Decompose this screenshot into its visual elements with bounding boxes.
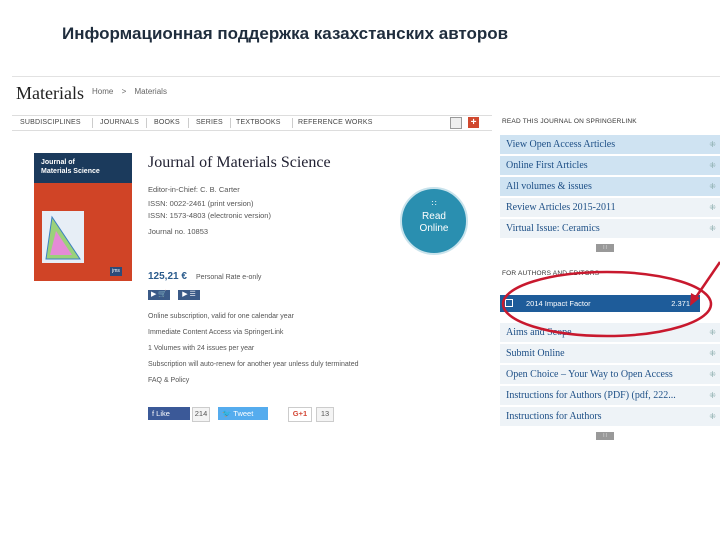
- move-icon: ⁜: [709, 203, 716, 212]
- read-online-dots-icon: ∷: [431, 199, 437, 208]
- info-button[interactable]: ▶ ☰: [178, 290, 200, 300]
- nav-reference-works[interactable]: REFERENCE WORKS: [298, 119, 373, 126]
- link-label: Online First Articles: [506, 160, 588, 171]
- price: 125,21 €: [148, 271, 187, 282]
- square-icon[interactable]: [450, 117, 462, 129]
- bullet-item: Online subscription, valid for one calen…: [148, 313, 294, 320]
- journal-number: Journal no. 10853: [148, 227, 209, 236]
- link-label: Virtual Issue: Ceramics: [506, 223, 600, 234]
- add-to-cart-button[interactable]: ▶ 🛒: [148, 290, 170, 300]
- bullet-item: 1 Volumes with 24 issues per year: [148, 345, 255, 352]
- tweet-button[interactable]: 🐦 Tweet: [218, 407, 268, 420]
- facebook-like-button[interactable]: f Like: [148, 407, 190, 420]
- link-label: View Open Access Articles: [506, 139, 616, 150]
- journal-title: Journal of Materials Science: [148, 154, 331, 171]
- link-label: Submit Online: [506, 348, 565, 359]
- virtual-issue-ceramics-link[interactable]: Virtual Issue: Ceramics ⁜: [500, 219, 720, 238]
- chart-icon: [505, 299, 513, 307]
- read-online-label: Read Online: [402, 211, 466, 235]
- read-online-line1: Read: [422, 211, 446, 222]
- price-note[interactable]: Personal Rate e-only: [196, 274, 261, 281]
- issn-print: ISSN: 0022-2461 (print version): [148, 199, 254, 208]
- read-online-line2: Online: [419, 223, 449, 234]
- breadcrumb-home[interactable]: Home: [92, 87, 113, 96]
- google-plus-button[interactable]: G+1: [288, 407, 312, 422]
- for-authors-editors-heading: FOR AUTHORS AND EDITORS: [502, 270, 600, 277]
- move-icon: ⁜: [709, 370, 716, 379]
- impact-factor-value: 2.371: [671, 299, 690, 308]
- journal-editor: Editor-in-Chief: C. B. Carter: [148, 185, 240, 194]
- brand-logo[interactable]: Materials: [16, 83, 84, 104]
- issn-electronic: ISSN: 1573-4803 (electronic version): [148, 211, 271, 220]
- move-icon: ⁜: [709, 349, 716, 358]
- move-icon: ⁜: [709, 140, 716, 149]
- cover-title: Journal of Materials Science: [41, 159, 101, 176]
- link-label: Open Choice – Your Way to Open Access: [506, 369, 673, 380]
- move-icon: ⁜: [709, 224, 716, 233]
- breadcrumb-separator: >: [121, 87, 127, 96]
- nav-divider: [230, 118, 231, 128]
- plus-icon[interactable]: +: [468, 117, 479, 128]
- nav-journals[interactable]: JOURNALS: [100, 119, 139, 126]
- slide-title: Информационная поддержка казахстанских а…: [62, 24, 509, 43]
- nav-divider: [292, 118, 293, 128]
- move-icon: ⁜: [709, 328, 716, 337]
- instructions-pdf-link[interactable]: Instructions for Authors (PDF) (pdf, 222…: [500, 386, 720, 405]
- impact-factor-bar[interactable]: 2014 Impact Factor 2.371: [500, 295, 700, 312]
- view-open-access-articles-link[interactable]: View Open Access Articles ⁜: [500, 135, 720, 154]
- move-icon: ⁜: [709, 391, 716, 400]
- bullet-item: Subscription will auto-renew for another…: [148, 361, 359, 368]
- link-label: Aims and Scope: [506, 327, 572, 338]
- submit-online-link[interactable]: Submit Online ⁜: [500, 344, 720, 363]
- link-label: Instructions for Authors (PDF) (pdf, 222…: [506, 390, 676, 401]
- all-volumes-issues-link[interactable]: All volumes & issues ⁜: [500, 177, 720, 196]
- nav-books[interactable]: BOOKS: [154, 119, 180, 126]
- journal-cover[interactable]: Journal of Materials Science jms: [34, 153, 132, 281]
- move-icon: ⁜: [709, 412, 716, 421]
- screenshot-panel: Materials Home > Materials SUBDISCIPLINE…: [12, 76, 720, 449]
- nav-bar: SUBDISCIPLINES JOURNALS BOOKS SERIES TEX…: [12, 115, 492, 131]
- breadcrumb: Home > Materials: [92, 87, 173, 96]
- link-label: Instructions for Authors: [506, 411, 602, 422]
- nav-subdisciplines[interactable]: SUBDISCIPLINES: [20, 119, 81, 126]
- cover-triangle-graphic: [45, 215, 81, 260]
- bullet-item: Immediate Content Access via SpringerLin…: [148, 329, 284, 336]
- cover-title-line2: Materials Science: [41, 167, 100, 175]
- instructions-for-authors-link[interactable]: Instructions for Authors ⁜: [500, 407, 720, 426]
- expand-toggle[interactable]: ∷: [596, 432, 614, 440]
- expand-toggle[interactable]: ∷: [596, 244, 614, 252]
- read-online-button[interactable]: ∷ Read Online: [400, 187, 468, 255]
- breadcrumb-materials[interactable]: Materials: [134, 87, 166, 96]
- move-icon: ⁜: [709, 161, 716, 170]
- nav-divider: [92, 118, 93, 128]
- nav-series[interactable]: SERIES: [196, 119, 223, 126]
- faq-policy-link[interactable]: FAQ & Policy: [148, 377, 189, 384]
- nav-textbooks[interactable]: TEXTBOOKS: [236, 119, 281, 126]
- read-on-springerlink-heading: READ THIS JOURNAL ON SPRINGERLINK: [502, 118, 637, 125]
- right-sidebar: READ THIS JOURNAL ON SPRINGERLINK View O…: [496, 77, 720, 449]
- link-label: Review Articles 2015-2011: [506, 202, 616, 213]
- aims-and-scope-link[interactable]: Aims and Scope ⁜: [500, 323, 720, 342]
- cover-title-line1: Journal of: [41, 159, 75, 166]
- nav-divider: [146, 118, 147, 128]
- link-label: All volumes & issues: [506, 181, 592, 192]
- online-first-articles-link[interactable]: Online First Articles ⁜: [500, 156, 720, 175]
- cover-chart-image: [42, 211, 84, 263]
- move-icon: ⁜: [709, 182, 716, 191]
- impact-factor-label: 2014 Impact Factor: [526, 299, 591, 308]
- facebook-like-count: 214: [192, 407, 210, 422]
- open-choice-link[interactable]: Open Choice – Your Way to Open Access ⁜: [500, 365, 720, 384]
- publisher-logo: jms: [110, 267, 122, 276]
- google-plus-count: 13: [316, 407, 334, 422]
- nav-divider: [188, 118, 189, 128]
- review-articles-link[interactable]: Review Articles 2015-2011 ⁜: [500, 198, 720, 217]
